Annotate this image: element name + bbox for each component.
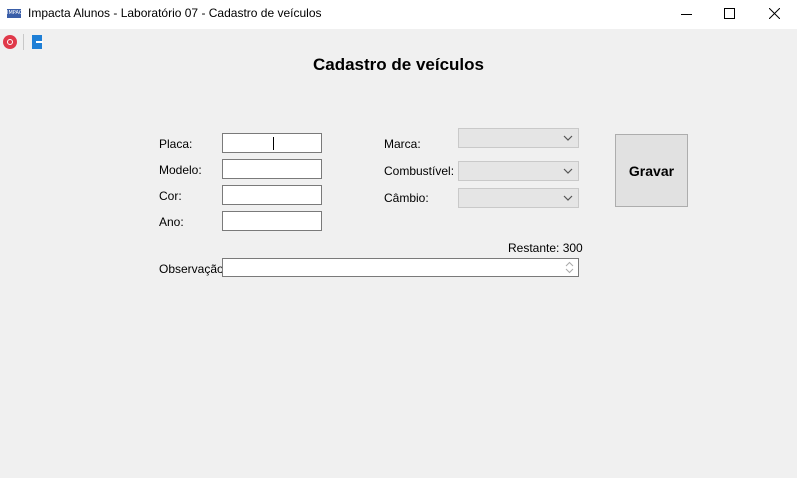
- ano-input[interactable]: [222, 211, 322, 231]
- toolbar-separator: [23, 34, 24, 50]
- combustivel-select[interactable]: [458, 161, 579, 181]
- exit-icon[interactable]: [32, 35, 43, 49]
- placa-input[interactable]: [222, 133, 322, 153]
- gravar-button[interactable]: Gravar: [615, 134, 688, 207]
- remaining-chars-counter: Restante: 300: [508, 241, 583, 255]
- chevron-down-icon: [563, 135, 573, 141]
- combustivel-label: Combustível:: [384, 164, 455, 178]
- scroll-arrows-icon[interactable]: [565, 261, 574, 274]
- modelo-input[interactable]: [222, 159, 322, 179]
- modelo-label: Modelo:: [159, 163, 202, 177]
- cambio-select[interactable]: [458, 188, 579, 208]
- toolbar: [0, 30, 797, 54]
- title-bar: IMPACTA Impacta Alunos - Laboratório 07 …: [0, 0, 797, 29]
- minimize-button[interactable]: [663, 0, 709, 29]
- marca-select[interactable]: [458, 128, 579, 148]
- cor-label: Cor:: [159, 189, 182, 203]
- close-icon: [769, 8, 780, 19]
- ano-label: Ano:: [159, 215, 184, 229]
- home-icon[interactable]: [3, 35, 17, 49]
- chevron-down-icon: [563, 195, 573, 201]
- text-caret: [273, 137, 274, 150]
- close-button[interactable]: [751, 0, 797, 29]
- observacao-input[interactable]: [222, 258, 579, 277]
- marca-label: Marca:: [384, 137, 421, 151]
- cor-input[interactable]: [222, 185, 322, 205]
- cambio-label: Câmbio:: [384, 191, 429, 205]
- chevron-down-icon: [563, 168, 573, 174]
- maximize-button[interactable]: [706, 0, 752, 29]
- window-title: Impacta Alunos - Laboratório 07 - Cadast…: [28, 6, 322, 20]
- page-title: Cadastro de veículos: [312, 55, 484, 74]
- observacao-label: Observação:: [159, 262, 228, 276]
- app-icon: IMPACTA: [7, 9, 29, 18]
- placa-label: Placa:: [159, 137, 193, 151]
